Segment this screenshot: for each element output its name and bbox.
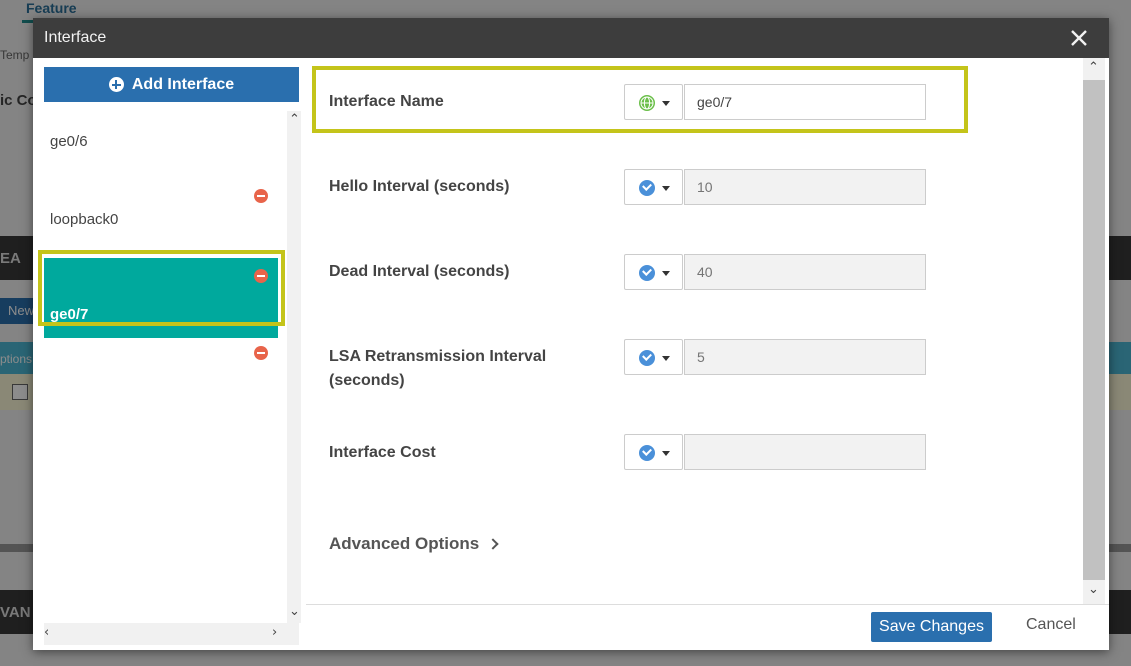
interface-modal: Interface Add Interface ge0/6 loopback0 … bbox=[33, 18, 1109, 650]
scroll-down-icon[interactable]: ⌄ bbox=[289, 604, 300, 619]
chevron-down-icon bbox=[662, 186, 670, 191]
list-item-label: ge0/6 bbox=[50, 133, 88, 150]
hello-interval-input[interactable] bbox=[684, 169, 926, 205]
scroll-up-icon[interactable]: ⌃ bbox=[289, 112, 300, 127]
close-button[interactable] bbox=[1065, 24, 1093, 52]
lsa-retransmission-label: LSA Retransmission Interval bbox=[329, 348, 547, 365]
list-item-loopback0[interactable]: loopback0 bbox=[44, 207, 278, 259]
list-item-ge0-7[interactable]: ge0/7 bbox=[44, 258, 278, 338]
lsa-retransmission-input[interactable] bbox=[684, 339, 926, 375]
chevron-down-icon bbox=[662, 356, 670, 361]
scroll-right-icon[interactable]: › bbox=[272, 625, 277, 640]
advanced-options-toggle[interactable]: Advanced Options bbox=[329, 534, 499, 554]
dead-interval-scope-dropdown[interactable] bbox=[624, 254, 683, 290]
chevron-right-icon bbox=[487, 538, 499, 550]
hello-interval-scope-dropdown[interactable] bbox=[624, 169, 683, 205]
list-horizontal-scrollbar[interactable]: ‹ › bbox=[44, 623, 299, 645]
modal-header: Interface bbox=[33, 18, 1109, 58]
save-changes-button[interactable]: Save Changes bbox=[871, 612, 992, 642]
interface-form: Interface Name Hello Interval (seconds) … bbox=[306, 58, 1109, 604]
interface-name-scope-dropdown[interactable] bbox=[624, 84, 683, 120]
list-item-label: ge0/7 bbox=[50, 306, 89, 323]
check-circle-icon bbox=[639, 445, 655, 461]
close-icon bbox=[1071, 30, 1087, 46]
form-vertical-scrollbar[interactable]: ⌃ ⌄ bbox=[1083, 58, 1105, 604]
chevron-down-icon bbox=[662, 451, 670, 456]
chevron-down-icon bbox=[662, 101, 670, 106]
remove-icon[interactable] bbox=[254, 346, 268, 360]
check-circle-icon bbox=[639, 180, 655, 196]
lsa-retransmission-scope-dropdown[interactable] bbox=[624, 339, 683, 375]
scroll-down-icon[interactable]: ⌄ bbox=[1088, 582, 1099, 597]
advanced-options-label: Advanced Options bbox=[329, 534, 480, 553]
chevron-down-icon bbox=[662, 271, 670, 276]
modal-footer: Save Changes Cancel bbox=[306, 604, 1109, 650]
scrollbar-thumb[interactable] bbox=[1083, 80, 1105, 580]
check-circle-icon bbox=[639, 350, 655, 366]
plus-circle-icon bbox=[108, 77, 124, 92]
cancel-button[interactable]: Cancel bbox=[1026, 616, 1076, 634]
remove-icon[interactable] bbox=[254, 189, 268, 203]
remove-icon[interactable] bbox=[254, 269, 268, 283]
add-interface-button[interactable]: Add Interface bbox=[44, 67, 299, 102]
add-interface-label: Add Interface bbox=[131, 75, 235, 93]
interface-cost-scope-dropdown[interactable] bbox=[624, 434, 683, 470]
globe-icon bbox=[639, 95, 655, 111]
scroll-left-icon[interactable]: ‹ bbox=[44, 625, 49, 640]
scroll-up-icon[interactable]: ⌃ bbox=[1088, 60, 1099, 75]
hello-interval-label: Hello Interval (seconds) bbox=[329, 178, 510, 195]
interface-list-panel: Add Interface ge0/6 loopback0 ge0/7 ⌃ ⌄ … bbox=[38, 67, 301, 645]
interface-name-label: Interface Name bbox=[329, 93, 444, 110]
check-circle-icon bbox=[639, 265, 655, 281]
interface-cost-label: Interface Cost bbox=[329, 444, 436, 461]
interface-cost-input[interactable] bbox=[684, 434, 926, 470]
dead-interval-label: Dead Interval (seconds) bbox=[329, 263, 510, 280]
interface-list: ge0/6 loopback0 ge0/7 bbox=[44, 111, 284, 621]
list-item-label: loopback0 bbox=[50, 211, 119, 228]
modal-title: Interface bbox=[44, 29, 107, 46]
dead-interval-input[interactable] bbox=[684, 254, 926, 290]
interface-name-input[interactable] bbox=[684, 84, 926, 120]
list-vertical-scrollbar[interactable]: ⌃ ⌄ bbox=[287, 111, 301, 623]
lsa-retransmission-label-units: (seconds) bbox=[329, 372, 405, 389]
list-item-ge0-6[interactable]: ge0/6 bbox=[44, 111, 278, 181]
